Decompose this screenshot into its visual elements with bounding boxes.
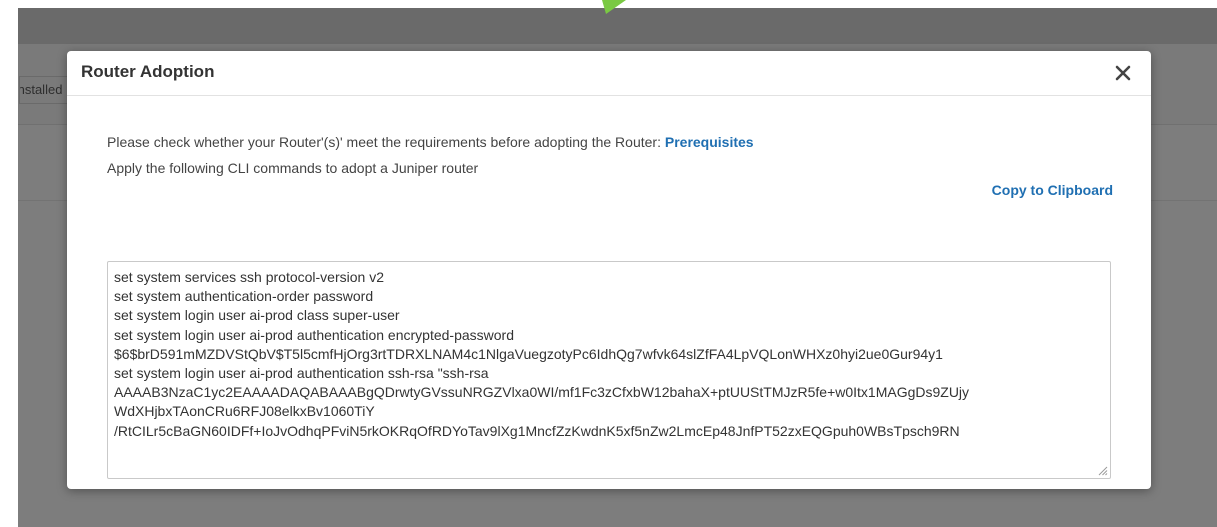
- requirements-message: Please check whether your Router'(s)' me…: [107, 134, 754, 150]
- cli-line: set system services ssh protocol-version…: [114, 269, 384, 285]
- cli-line: WdXHjbxTAonCRu6RFJ08elkxBv1060TiY: [114, 403, 375, 420]
- prerequisites-link[interactable]: Prerequisites: [665, 134, 754, 150]
- accent-shape: [602, 0, 626, 14]
- close-icon: [1115, 65, 1131, 81]
- modal-header: Router Adoption: [67, 51, 1151, 96]
- copy-to-clipboard-link[interactable]: Copy to Clipboard: [992, 182, 1113, 198]
- cli-line: /RtCILr5cBaGN60IDFf+IoJvOdhqPFviN5rkOKRq…: [114, 422, 960, 439]
- cli-line: set system login user ai-prod authentica…: [114, 365, 489, 382]
- modal-body: Please check whether your Router'(s)' me…: [67, 96, 1151, 489]
- cli-line: set system login user ai-prod authentica…: [114, 326, 514, 343]
- background-installed-tab: Installed: [19, 76, 68, 104]
- cli-line: set system authentication-order password: [114, 288, 374, 305]
- modal-title: Router Adoption: [81, 62, 215, 81]
- left-strip: [0, 0, 18, 527]
- cli-line: $6$brD591mMZDVStQbV$T5l5cmfHjOrg3rtTDRXL…: [114, 345, 943, 362]
- cli-commands-content: set system services ssh protocol-version…: [114, 268, 1106, 441]
- close-button[interactable]: [1113, 63, 1133, 83]
- apply-instructions: Apply the following CLI commands to adop…: [107, 160, 479, 176]
- cli-commands-textarea[interactable]: set system services ssh protocol-version…: [107, 261, 1111, 479]
- cli-line: set system login user ai-prod class supe…: [114, 307, 400, 324]
- resize-grip-icon[interactable]: [1096, 464, 1108, 476]
- router-adoption-modal: Router Adoption Please check whether you…: [67, 51, 1151, 489]
- requirements-text: Please check whether your Router'(s)' me…: [107, 134, 665, 150]
- cli-line: AAAAB3NzaC1yc2EAAAADAQABAAABgQDrwtyGVssu…: [114, 384, 970, 401]
